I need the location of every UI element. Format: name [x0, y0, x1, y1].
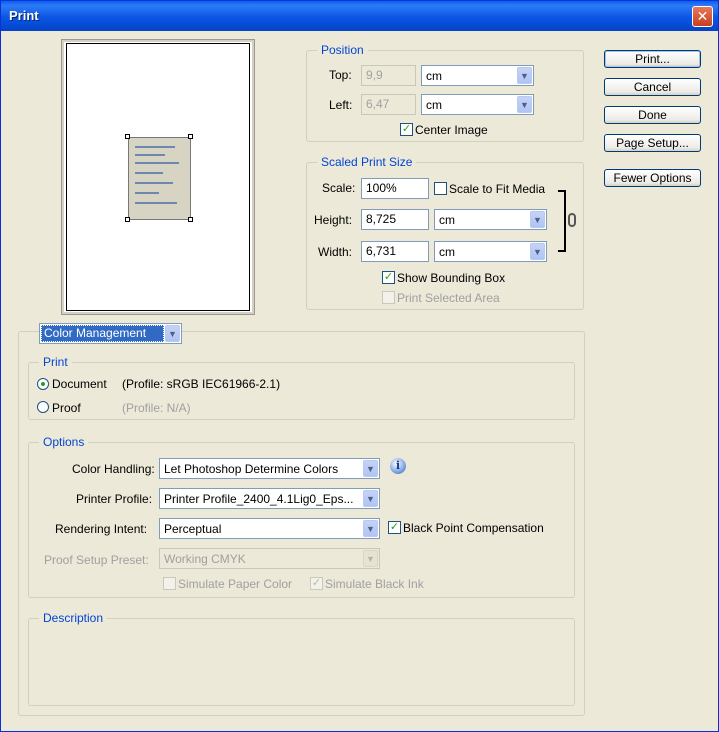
done-button[interactable]: Done — [604, 106, 701, 124]
close-icon: ✕ — [696, 8, 709, 24]
simulate-ink-label: Simulate Black Ink — [325, 577, 424, 591]
print-selected-area-label: Print Selected Area — [397, 291, 500, 305]
bounding-box-handle[interactable] — [188, 134, 193, 139]
print-source-legend: Print — [39, 355, 72, 369]
black-point-checkbox[interactable]: ✓ — [388, 521, 401, 534]
print-selected-area-checkbox[interactable] — [382, 291, 395, 304]
window-title: Print — [9, 8, 39, 23]
cancel-button[interactable]: Cancel — [604, 78, 701, 96]
print-source-group: Print — [28, 355, 575, 420]
proof-label: Proof — [52, 401, 81, 415]
section-select[interactable]: Color Management ▼ — [39, 323, 182, 344]
bounding-box-handle[interactable] — [188, 217, 193, 222]
black-point-label: Black Point Compensation — [403, 521, 544, 535]
scale-label: Scale: — [322, 181, 356, 195]
rendering-intent-label: Rendering Intent: — [55, 522, 148, 536]
proof-setup-label: Proof Setup Preset: — [44, 553, 149, 567]
color-handling-label: Color Handling: — [72, 462, 155, 476]
bounding-box-handle[interactable] — [125, 134, 130, 139]
chevron-down-icon: ▼ — [517, 67, 532, 84]
scale-to-fit-checkbox[interactable] — [434, 182, 447, 195]
proof-profile: (Profile: N/A) — [122, 401, 191, 415]
scale-input[interactable]: 100% — [361, 178, 429, 199]
chevron-down-icon: ▼ — [517, 96, 532, 113]
description-group: Description — [28, 611, 575, 706]
bounding-box-handle[interactable] — [125, 217, 130, 222]
position-legend: Position — [317, 43, 368, 57]
width-label: Width: — [318, 245, 353, 259]
print-button[interactable]: Print... — [604, 50, 701, 68]
height-input[interactable]: 8,725 — [361, 209, 429, 230]
left-label: Left: — [329, 98, 353, 112]
width-input[interactable]: 6,731 — [361, 241, 429, 262]
chevron-down-icon: ▼ — [363, 550, 378, 567]
chevron-down-icon: ▼ — [363, 460, 378, 477]
simulate-paper-checkbox[interactable] — [163, 577, 176, 590]
info-icon[interactable]: i — [390, 458, 406, 474]
image-thumbnail[interactable] — [128, 137, 191, 220]
chevron-down-icon: ▼ — [363, 490, 378, 507]
color-handling-select[interactable]: Let Photoshop Determine Colors ▼ — [159, 458, 380, 479]
center-image-checkbox[interactable]: ✓ — [400, 123, 413, 136]
proof-radio[interactable] — [37, 401, 49, 413]
link-icon — [568, 213, 576, 227]
width-unit-select[interactable]: cm ▼ — [434, 241, 547, 262]
left-unit-select[interactable]: cm ▼ — [421, 94, 534, 115]
document-label: Document — [52, 377, 107, 391]
show-bounding-box-checkbox[interactable]: ✓ — [382, 271, 395, 284]
close-button[interactable]: ✕ — [692, 6, 713, 27]
chevron-down-icon: ▼ — [363, 520, 378, 537]
chevron-down-icon: ▼ — [530, 211, 545, 228]
center-image-label: Center Image — [415, 123, 488, 137]
preview-page — [66, 43, 250, 311]
constrain-bracket — [558, 190, 566, 252]
scale-to-fit-label: Scale to Fit Media — [449, 182, 546, 196]
simulate-paper-label: Simulate Paper Color — [178, 577, 293, 591]
show-bounding-box-label: Show Bounding Box — [397, 271, 506, 285]
options-legend: Options — [39, 435, 89, 449]
fewer-options-button[interactable]: Fewer Options — [604, 169, 701, 187]
rendering-intent-select[interactable]: Perceptual ▼ — [159, 518, 380, 539]
proof-setup-select[interactable]: Working CMYK ▼ — [159, 548, 380, 569]
page-setup-button[interactable]: Page Setup... — [604, 134, 701, 152]
simulate-ink-checkbox[interactable]: ✓ — [310, 577, 323, 590]
description-legend: Description — [39, 611, 108, 625]
chevron-down-icon: ▼ — [165, 325, 180, 342]
chevron-down-icon: ▼ — [530, 243, 545, 260]
document-radio[interactable] — [37, 378, 49, 390]
printer-profile-select[interactable]: Printer Profile_2400_4.1Lig0_Eps... ▼ — [159, 488, 380, 509]
scaled-print-size-legend: Scaled Print Size — [317, 155, 417, 169]
print-preview — [61, 39, 255, 315]
height-unit-select[interactable]: cm ▼ — [434, 209, 547, 230]
left-input[interactable]: 6,47 — [361, 94, 416, 115]
top-label: Top: — [329, 68, 352, 82]
top-unit-select[interactable]: cm ▼ — [421, 65, 534, 86]
printer-profile-label: Printer Profile: — [76, 492, 153, 506]
dialog-body: Position Top: 9,9 cm ▼ Left: 6,47 cm ▼ ✓… — [4, 31, 715, 729]
document-profile: (Profile: sRGB IEC61966-2.1) — [122, 377, 281, 391]
top-input[interactable]: 9,9 — [361, 65, 416, 86]
title-bar[interactable]: Print ✕ — [1, 1, 718, 31]
height-label: Height: — [314, 213, 353, 227]
print-dialog: Print ✕ Position Top: 9,9 cm ▼ Left: 6,4… — [0, 0, 719, 732]
